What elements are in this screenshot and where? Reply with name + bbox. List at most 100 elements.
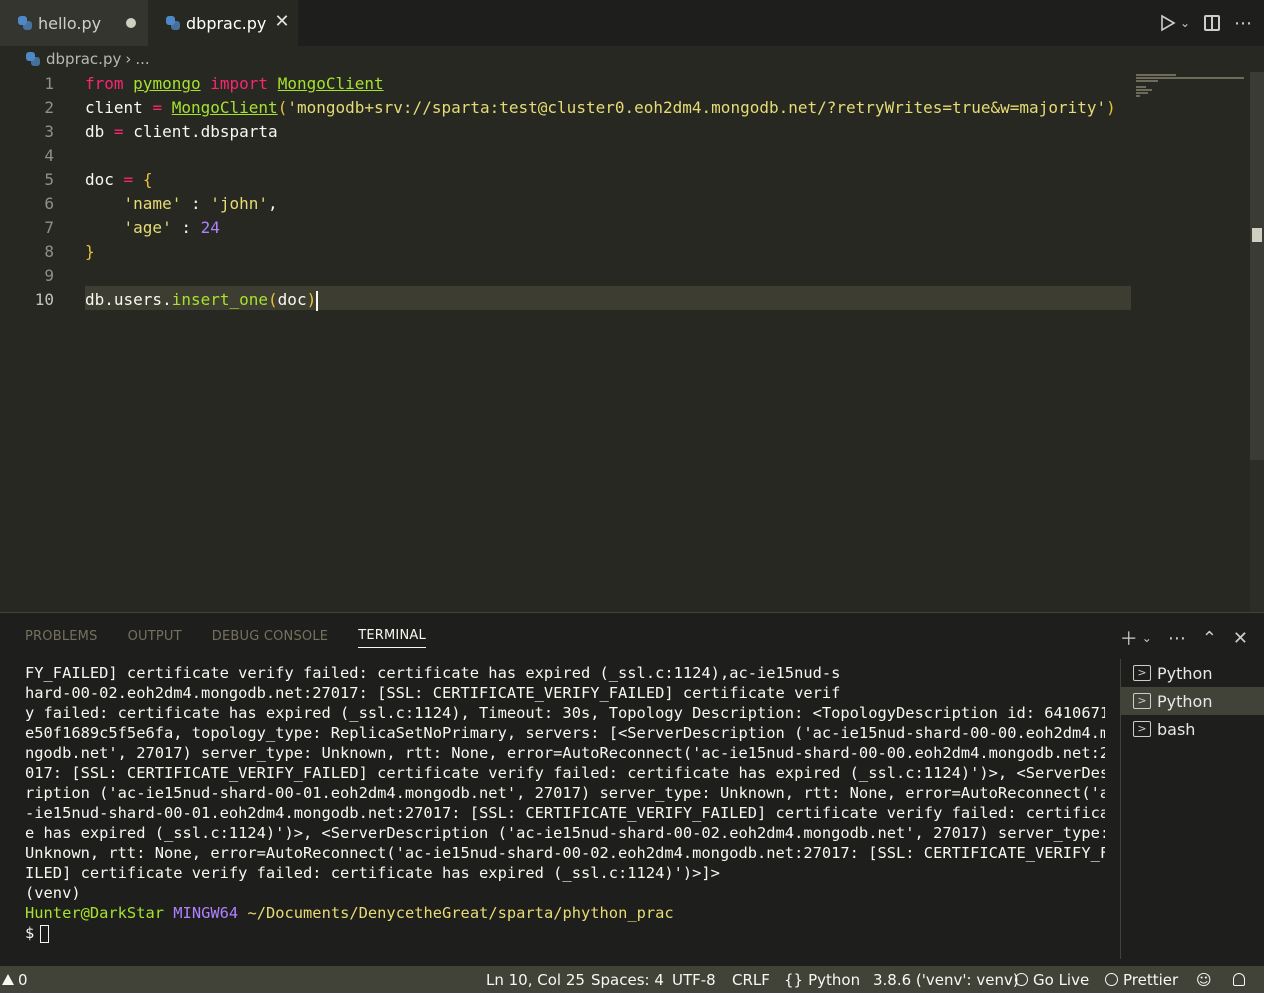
more-actions-icon[interactable]: ⋯ xyxy=(1168,628,1186,649)
line-number: 1 xyxy=(44,74,54,93)
terminal-item-python-1[interactable]: > Python xyxy=(1121,659,1264,687)
python-interpreter[interactable]: 3.8.6 ('venv': venv) xyxy=(873,966,1019,993)
language-mode[interactable]: {} Python xyxy=(784,966,860,993)
keyword: from xyxy=(85,74,124,93)
operator: = xyxy=(123,170,134,189)
operator: = xyxy=(113,122,124,141)
line-number: 8 xyxy=(44,242,54,261)
problems-count: 0 xyxy=(18,970,28,989)
unsaved-dot-icon[interactable] xyxy=(126,18,136,28)
breadcrumb-file[interactable]: dbprac.py xyxy=(46,50,121,68)
chevron-down-icon[interactable]: ⌄ xyxy=(1142,631,1152,645)
terminal-output[interactable]: FY_FAILED] certificate verify failed: ce… xyxy=(25,663,1105,943)
variable: db xyxy=(85,122,105,141)
panel-actions: ＋ ⌄ ⋯ ⌃ ✕ xyxy=(1120,625,1248,651)
terminal-line: Unknown, rtt: None, error=AutoReconnect(… xyxy=(25,844,1105,862)
terminal-line: e50f1689c5f5e6fa, topology_type: Replica… xyxy=(25,724,1105,742)
text-cursor xyxy=(316,290,319,311)
encoding-status[interactable]: UTF-8 xyxy=(672,966,716,993)
terminal-input-line[interactable]: $ xyxy=(25,923,1105,943)
code-line-3: db = client.dbsparta xyxy=(85,122,278,141)
line-number: 6 xyxy=(44,194,54,213)
broadcast-icon xyxy=(1015,973,1028,986)
indentation-status[interactable]: Spaces: 4 xyxy=(591,966,664,993)
go-live-button[interactable]: Go Live xyxy=(1015,966,1089,993)
tab-label: dbprac.py xyxy=(186,13,267,33)
scrollbar-thumb[interactable] xyxy=(1250,72,1264,460)
terminal-line: ription ('ac-ie15nud-shard-00-01.eoh2dm4… xyxy=(25,784,1105,802)
tab-debug-console[interactable]: DEBUG CONSOLE xyxy=(212,625,328,648)
colon: : xyxy=(181,194,211,213)
code-line-6: 'name' : 'john', xyxy=(85,194,278,213)
tab-label: hello.py xyxy=(38,13,102,33)
problems-status[interactable]: 0 xyxy=(2,966,28,993)
tab-dbprac-py[interactable]: dbprac.py ✕ xyxy=(148,0,298,46)
breadcrumb-more[interactable]: ... xyxy=(135,50,149,68)
tab-terminal[interactable]: TERMINAL xyxy=(358,624,426,648)
line-number: 2 xyxy=(44,98,54,117)
operator: = xyxy=(152,98,163,117)
code-line-7: 'age' : 24 xyxy=(85,218,220,237)
editor-actions: ⌄ ⋯ xyxy=(1160,0,1252,46)
bell-icon xyxy=(1233,973,1245,986)
breadcrumb: dbprac.py › ... xyxy=(0,46,1264,72)
minimap[interactable] xyxy=(1136,74,1248,97)
braces-icon: {} xyxy=(784,970,804,989)
terminal-line: 017: [SSL: CERTIFICATE_VERIFY_FAILED] ce… xyxy=(25,764,1105,782)
terminal-item-label: bash xyxy=(1157,719,1196,739)
terminal-line: (venv) xyxy=(25,884,81,902)
cursor-position[interactable]: Ln 10, Col 25 xyxy=(486,966,585,993)
prompt-user: Hunter@DarkStar xyxy=(25,904,164,922)
terminal-line: y failed: certificate has expired (_ssl.… xyxy=(25,704,1105,722)
string-literal: 'age' xyxy=(123,218,172,237)
editor-scrollbar[interactable] xyxy=(1250,72,1264,612)
notifications-button[interactable] xyxy=(1233,966,1245,993)
bottom-panel: PROBLEMS OUTPUT DEBUG CONSOLE TERMINAL ＋… xyxy=(0,612,1264,966)
chevron-down-icon[interactable]: ⌄ xyxy=(1180,16,1190,30)
close-icon[interactable]: ✕ xyxy=(274,10,290,34)
panel-tabs: PROBLEMS OUTPUT DEBUG CONSOLE TERMINAL xyxy=(0,613,1100,659)
tab-problems[interactable]: PROBLEMS xyxy=(25,625,98,648)
terminal-item-bash[interactable]: > bash xyxy=(1121,715,1264,743)
string-literal: 'mongodb+srv://sparta:test@cluster0.eoh2… xyxy=(287,98,1107,117)
line-number: 5 xyxy=(44,170,54,189)
brace: } xyxy=(85,242,95,261)
new-terminal-plus-icon[interactable]: ＋ xyxy=(1120,625,1138,651)
python-file-icon xyxy=(166,16,180,30)
terminal-line: -ie15nud-shard-00-01.eoh2dm4.mongodb.net… xyxy=(25,804,1105,822)
eol-status[interactable]: CRLF xyxy=(732,966,770,993)
terminal-line: ngodb.net', 27017) server_type: Unknown,… xyxy=(25,744,1105,762)
line-number: 7 xyxy=(44,218,54,237)
class-name: MongoClient xyxy=(277,74,384,93)
maximize-panel-icon[interactable]: ⌃ xyxy=(1202,628,1217,649)
split-editor-icon[interactable] xyxy=(1204,15,1220,31)
code-editor[interactable]: 1 2 3 4 5 6 7 8 9 10 from pymongo import… xyxy=(0,72,1250,612)
line-number: 10 xyxy=(34,290,54,309)
expression: db.users. xyxy=(85,290,172,309)
code-line-5: doc = { xyxy=(85,170,152,189)
tab-output[interactable]: OUTPUT xyxy=(128,625,182,648)
prettier-disabled-icon xyxy=(1105,973,1118,986)
variable: doc xyxy=(85,170,114,189)
terminal-item-label: Python xyxy=(1157,663,1213,683)
prettier-label: Prettier xyxy=(1123,970,1179,989)
terminal-list: > Python > Python > bash xyxy=(1120,659,1264,959)
feedback-icon[interactable]: ☺ xyxy=(1196,966,1212,993)
go-live-label: Go Live xyxy=(1033,970,1090,989)
terminal-item-python-2[interactable]: > Python xyxy=(1121,687,1264,715)
run-python-button[interactable]: ⌄ xyxy=(1160,14,1190,32)
prettier-status[interactable]: Prettier xyxy=(1105,966,1178,993)
brace: { xyxy=(142,170,153,189)
more-actions-icon[interactable]: ⋯ xyxy=(1234,13,1252,34)
tab-hello-py[interactable]: hello.py xyxy=(0,0,148,46)
close-panel-icon[interactable]: ✕ xyxy=(1233,628,1248,649)
module-name: pymongo xyxy=(133,74,201,93)
terminal-icon: > xyxy=(1133,693,1151,709)
terminal-line: e has expired (_ssl.c:1124)')>, <ServerD… xyxy=(25,824,1105,842)
variable: client xyxy=(85,98,143,117)
string-literal: 'john' xyxy=(210,194,269,213)
terminal-prompt: Hunter@DarkStar MINGW64 ~/Documents/Deny… xyxy=(25,903,1105,923)
warning-icon xyxy=(2,974,14,985)
code-line-1: from pymongo import MongoClient xyxy=(85,74,384,93)
code-line-8: } xyxy=(85,242,95,261)
